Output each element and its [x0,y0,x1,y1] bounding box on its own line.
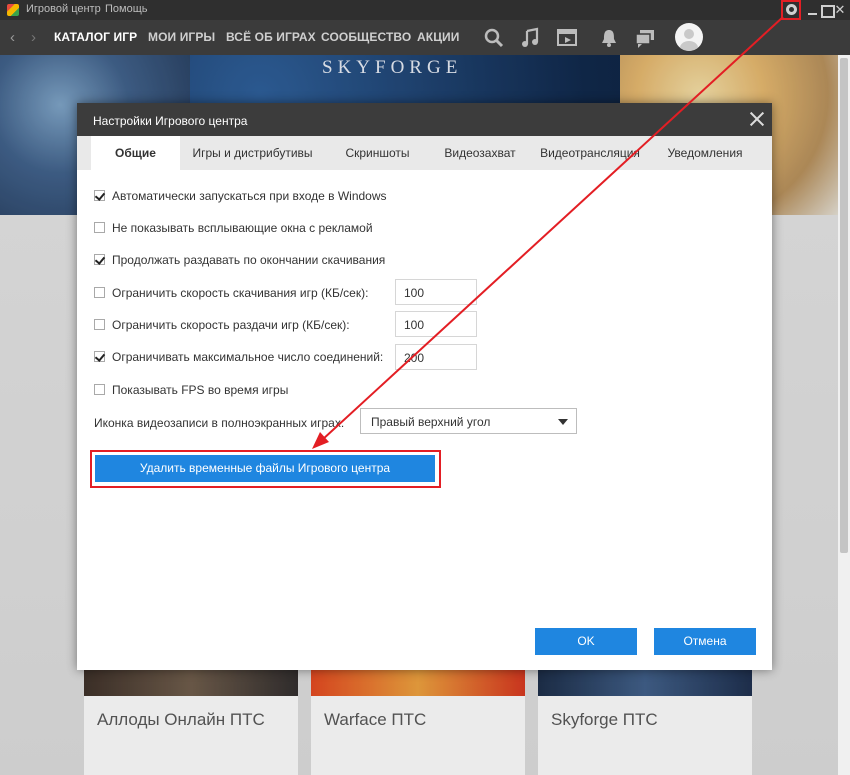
nav-catalog[interactable]: КАТАЛОГ ИГР [54,30,137,44]
video-icon[interactable] [556,27,578,49]
connections-input[interactable]: 200 [395,344,477,370]
nav-promotions[interactable]: АКЦИИ [417,30,460,44]
tab-games-distributions[interactable]: Игры и дистрибутивы [180,136,325,170]
option-label: Автоматически запускаться при входе в Wi… [112,189,387,203]
app-name: Игровой центр [26,3,101,15]
settings-dialog: Настройки Игрового центра Общие Игры и д… [77,103,772,670]
hide-ads-checkbox[interactable] [94,222,105,233]
limit-upload-checkbox[interactable] [94,319,105,330]
keep-seeding-checkbox[interactable] [94,254,105,265]
main-nav: ‹ › КАТАЛОГ ИГР МОИ ИГРЫ ВСЁ ОБ ИГРАХ СО… [0,20,850,55]
close-window-icon[interactable]: ✕ [832,0,848,20]
title-bar: Игровой центр Помощь ✕ [0,0,850,20]
select-value: Правый верхний угол [371,415,491,429]
back-arrow-icon[interactable]: ‹ [10,29,15,46]
music-icon[interactable] [520,27,542,49]
tab-video-capture[interactable]: Видеозахват [430,136,530,170]
record-icon-position-select[interactable]: Правый верхний угол [360,408,577,434]
chevron-down-icon [558,419,568,425]
ok-button[interactable]: OK [535,628,637,655]
download-speed-input[interactable]: 100 [395,279,477,305]
help-menu[interactable]: Помощь [105,3,148,15]
user-avatar[interactable] [675,23,703,51]
settings-tabs: Общие Игры и дистрибутивы Скриншоты Виде… [77,136,772,170]
option-label: Не показывать всплывающие окна с рекламо… [112,221,373,235]
show-fps-checkbox[interactable] [94,384,105,395]
settings-gear-icon[interactable] [781,0,801,20]
scrollbar-thumb[interactable] [840,58,848,553]
delete-temp-files-button[interactable]: Удалить временные файлы Игрового центра [95,455,435,482]
nav-community[interactable]: СООБЩЕСТВО [321,30,411,44]
option-label: Ограничить скорость раздачи игр (КБ/сек)… [112,318,350,332]
option-label: Ограничить скорость скачивания игр (КБ/с… [112,286,369,300]
autostart-checkbox[interactable] [94,190,105,201]
cancel-button[interactable]: Отмена [654,628,756,655]
tab-general[interactable]: Общие [91,136,180,170]
tab-screenshots[interactable]: Скриншоты [325,136,430,170]
record-icon-label: Иконка видеозаписи в полноэкранных играх… [94,416,345,430]
forward-arrow-icon[interactable]: › [31,29,36,46]
chat-icon[interactable] [634,27,656,49]
dialog-title: Настройки Игрового центра [93,114,248,128]
dialog-header: Настройки Игрового центра [77,103,772,136]
option-label: Показывать FPS во время игры [112,383,289,397]
search-icon[interactable] [483,27,505,49]
tab-video-streaming[interactable]: Видеотрансляция [530,136,650,170]
upload-speed-input[interactable]: 100 [395,311,477,337]
tab-notifications[interactable]: Уведомления [650,136,760,170]
close-icon[interactable] [749,111,765,127]
app-logo-icon [7,4,19,16]
limit-connections-checkbox[interactable] [94,351,105,362]
bell-icon[interactable] [598,27,620,49]
nav-my-games[interactable]: МОИ ИГРЫ [148,30,215,44]
nav-about-games[interactable]: ВСЁ ОБ ИГРАХ [226,30,316,44]
option-label: Ограничивать максимальное число соединен… [112,350,384,364]
limit-download-checkbox[interactable] [94,287,105,298]
option-label: Продолжать раздавать по окончании скачив… [112,253,386,267]
